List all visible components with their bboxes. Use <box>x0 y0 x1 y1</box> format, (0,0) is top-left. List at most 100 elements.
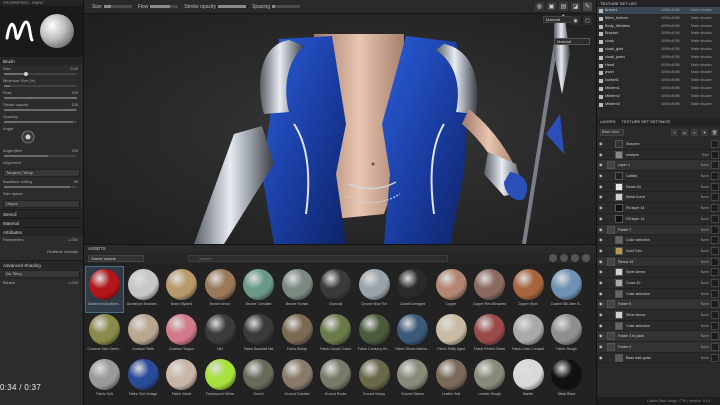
texture-set-row[interactable]: cloak_gold 4096x4096 Main shader <box>597 46 720 54</box>
layer-row[interactable]: ◉ Fill layer 13 Norm <box>597 214 720 225</box>
eye-icon[interactable]: ◉ <box>599 184 604 189</box>
visibility-checkbox[interactable] <box>599 55 603 60</box>
eye-icon[interactable]: ◉ <box>599 152 604 157</box>
eye-icon[interactable]: ◉ <box>599 142 604 146</box>
add-effect-icon[interactable]: ✦ <box>701 128 708 136</box>
material-tile[interactable]: Creature Skin Green... <box>86 312 123 357</box>
picker-icon[interactable]: ✎ <box>583 2 592 11</box>
size-knob[interactable] <box>24 72 28 76</box>
material-tile[interactable]: Creature Teeth <box>125 312 162 357</box>
eye-icon[interactable]: ◉ <box>599 334 604 338</box>
eye-icon[interactable]: ◉ <box>599 302 604 306</box>
spacing-control[interactable]: Spacing <box>252 4 301 10</box>
min-size-slider[interactable]: Minimum Size (%) <box>0 77 83 89</box>
material-tile[interactable]: Bronze Roman <box>279 267 316 312</box>
paint-icon[interactable]: ◍ <box>535 2 544 11</box>
add-mask-icon[interactable]: ◐ <box>691 128 698 136</box>
screenshot-icon[interactable]: ▢ <box>583 16 592 25</box>
tab-texture-set-settings[interactable]: TEXTURE SET SETTINGS <box>622 118 671 126</box>
material-tile[interactable]: Ground Mossy <box>356 357 393 402</box>
layer-row[interactable]: ◉ Base dark grain Norm <box>597 353 720 364</box>
fill-icon[interactable]: ▣ <box>547 2 556 11</box>
layer-row[interactable]: ◉ Color selection Norm <box>597 235 720 246</box>
visibility-checkbox[interactable] <box>599 71 603 76</box>
material-tile[interactable]: Fabric Baseball Hat <box>240 312 277 357</box>
bleach-slider[interactable]: Bleach 1.000 <box>0 279 83 291</box>
material-tile[interactable]: Leather Rough <box>471 357 508 402</box>
visibility-checkbox[interactable] <box>599 63 603 68</box>
material-tile[interactable]: Fabric Carpet Cubed <box>317 312 354 357</box>
eye-icon[interactable]: ◉ <box>599 291 604 296</box>
section-advanced-shading[interactable]: Advanced Shading <box>0 260 83 269</box>
layer-row[interactable]: ◉ Sharpen <box>597 139 720 150</box>
visibility-checkbox[interactable] <box>599 47 603 52</box>
layer-row[interactable]: ◉ Cables Norm <box>597 171 720 182</box>
material-tile[interactable]: Bronze Corroded <box>240 267 277 312</box>
opacity-slider[interactable]: Stroke opacity 100 <box>0 101 83 113</box>
size-space-dropdown[interactable]: Object <box>3 200 80 208</box>
section-stencil[interactable]: Stencil <box>0 209 83 218</box>
texture-set-row[interactable]: Armor1 4096x4096 Main shader <box>597 7 720 15</box>
channel-dropdown[interactable]: Base color <box>600 128 624 136</box>
all-assets-icon[interactable] <box>549 254 557 262</box>
visibility-checkbox[interactable] <box>599 40 603 45</box>
visibility-checkbox[interactable] <box>599 32 603 37</box>
material-tile[interactable]: Fabric Velvet <box>163 357 200 402</box>
layer-folder[interactable]: ◉ Rimus 44 Norm <box>597 256 720 268</box>
angle-dial-icon[interactable] <box>20 129 36 145</box>
material-tile[interactable]: Aluminium Brushed... <box>125 267 162 312</box>
visibility-checkbox[interactable] <box>599 79 603 84</box>
delete-layer-icon[interactable]: 🗑 <box>711 128 718 136</box>
add-folder-icon[interactable]: ▭ <box>681 128 688 136</box>
layer-row[interactable]: ◉ Color selection Norm <box>597 289 720 300</box>
material-tile[interactable]: Metal Black <box>548 357 585 402</box>
eye-icon[interactable]: ◉ <box>599 216 604 221</box>
viewport-channel-dropdown[interactable]: Material <box>554 38 590 45</box>
texture-set-row[interactable]: Bikini_bottom 4096x4096 Main shader <box>597 15 720 23</box>
material-tile[interactable]: Bronze Armor <box>202 267 239 312</box>
layer-row[interactable]: ◉ Fill layer 14 Norm <box>597 203 720 214</box>
texture-set-row[interactable]: Head 4096x4096 Main shader <box>597 62 720 70</box>
material-tile[interactable]: Gravel <box>240 357 277 402</box>
layer-folder[interactable]: ◉ Folder 3 to paint Norm <box>597 331 720 343</box>
angle-control[interactable]: Angle <box>0 125 83 147</box>
eye-icon[interactable]: ◉ <box>599 270 604 274</box>
eye-icon[interactable]: ◉ <box>599 355 604 360</box>
texture-set-row[interactable]: cloak 4096x4096 Main shader <box>597 38 720 46</box>
layer-row[interactable]: ◉ Cross 40 Norm <box>597 278 720 289</box>
layer-row[interactable]: ◉ Silver Armor Norm <box>597 310 720 321</box>
eye-icon[interactable]: ◉ <box>599 163 604 167</box>
tab-layers[interactable]: LAYERS <box>600 118 616 126</box>
material-tile[interactable]: Ground Rocks <box>317 357 354 402</box>
texture-set-row[interactable]: Mirdem3 4096x4096 Main shader <box>597 101 720 109</box>
material-tile[interactable]: Cobalt Damaged <box>394 267 431 312</box>
shelf-search-input[interactable]: Search <box>188 254 448 262</box>
material-tile[interactable]: Fluorescent Yellow <box>202 357 239 402</box>
material-tile[interactable]: Fabric Burlap <box>279 312 316 357</box>
backface-slider[interactable]: Backface culling 90 <box>0 178 83 190</box>
shelf-filter-dropdown[interactable]: Starter assets <box>88 254 144 262</box>
layer-row[interactable]: ◉ Gears 04 Norm <box>597 182 720 193</box>
layer-row[interactable]: ◉ Gold Trim Norm <box>597 246 720 257</box>
layer-row[interactable]: ◉ Silver Armor Norm <box>597 267 720 278</box>
material-tile[interactable]: Fabric Suit Vintage <box>125 357 162 402</box>
stroke-opacity-control[interactable]: Stroke opacity <box>184 4 246 10</box>
eye-icon[interactable]: ◉ <box>599 259 604 264</box>
eye-icon[interactable]: ◉ <box>599 323 604 328</box>
layer-folder[interactable]: ◉ Folder 5 Norm <box>597 299 720 310</box>
material-tile[interactable]: Fabric Linen Creased <box>510 312 547 357</box>
realtime-defaults-button[interactable]: Realtime defaults <box>0 248 83 260</box>
material-tile[interactable]: Copper Worn <box>510 267 547 312</box>
visibility-checkbox[interactable] <box>599 102 603 107</box>
material-tile[interactable]: Copper Red Bleached <box>471 267 508 312</box>
material-tile[interactable]: Fabric Fluffy Aged <box>433 312 470 357</box>
material-tile[interactable]: Fabric Denim Marina... <box>394 312 431 357</box>
layer-folder[interactable]: ◉ Layer 1 Norm <box>597 160 720 172</box>
3d-viewport[interactable]: Material ◉ ▢ Material <box>84 14 596 244</box>
material-tile[interactable]: Aluminium Anodized... <box>85 266 124 313</box>
spacing-slider[interactable]: Spacing <box>0 113 83 125</box>
material-tile[interactable]: Fabric Printed Tartan <box>471 312 508 357</box>
eye-icon[interactable]: ◉ <box>599 248 604 253</box>
flow-slider[interactable]: Flow 100 <box>0 89 83 101</box>
layer-row[interactable]: ◉ Metal Curve Norm <box>597 192 720 204</box>
